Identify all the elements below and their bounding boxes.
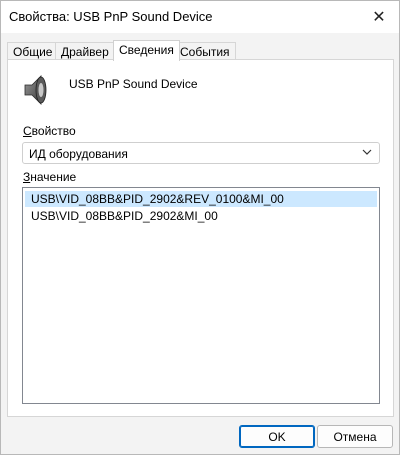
speaker-icon [23, 73, 49, 107]
window-title: Свойства: USB PnP Sound Device [9, 9, 213, 24]
close-icon: ✕ [372, 9, 386, 26]
tab-driver[interactable]: Драйвер [55, 42, 115, 59]
cancel-button[interactable]: Отмена [317, 425, 393, 448]
property-label: Свойство [23, 124, 76, 138]
tab-strip: Общие Драйвер Сведения События [7, 40, 395, 61]
close-button[interactable]: ✕ [359, 1, 399, 33]
title-bar: Свойства: USB PnP Sound Device ✕ [1, 1, 399, 33]
value-label-text: начение [30, 170, 77, 184]
ok-button[interactable]: OK [239, 425, 315, 448]
property-dropdown[interactable]: ИД оборудования [22, 142, 380, 164]
list-item[interactable]: USB\VID_08BB&PID_2902&REV_0100&MI_00 [25, 191, 377, 207]
tab-general[interactable]: Общие [7, 42, 59, 59]
property-label-accel: С [23, 124, 32, 138]
chevron-down-icon [362, 149, 372, 155]
device-name: USB PnP Sound Device [69, 77, 198, 91]
property-label-text: войство [31, 124, 76, 138]
tab-events[interactable]: События [174, 42, 236, 59]
value-listbox[interactable]: USB\VID_08BB&PID_2902&REV_0100&MI_00 USB… [22, 187, 380, 404]
properties-dialog: Свойства: USB PnP Sound Device ✕ Общие Д… [0, 0, 400, 455]
tab-details[interactable]: Сведения [113, 40, 180, 61]
value-label: Значение [23, 170, 76, 184]
property-dropdown-value: ИД оборудования [29, 147, 128, 161]
list-item[interactable]: USB\VID_08BB&PID_2902&MI_00 [25, 208, 377, 224]
